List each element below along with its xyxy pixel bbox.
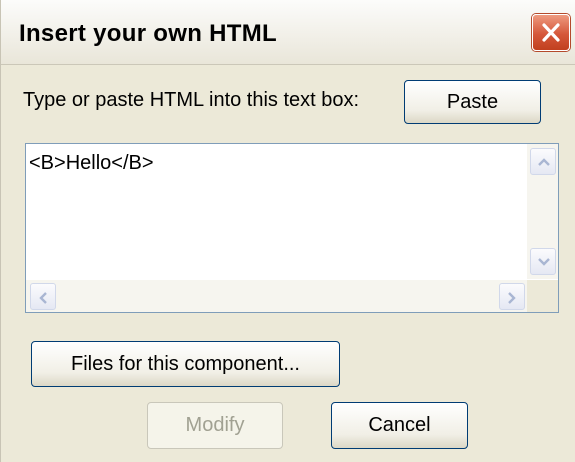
instruction-label: Type or paste HTML into this text box: <box>23 89 360 111</box>
paste-button[interactable]: Paste <box>404 80 541 124</box>
scrollbar-corner <box>527 280 558 312</box>
scroll-down-button[interactable] <box>530 248 556 275</box>
scroll-left-button[interactable] <box>30 283 56 310</box>
textarea-content[interactable]: <B>Hello</B> <box>29 152 154 175</box>
scroll-left-icon <box>39 292 47 304</box>
scroll-right-button[interactable] <box>499 283 525 310</box>
horizontal-scrollbar[interactable] <box>26 280 528 312</box>
close-x-icon <box>542 23 560 42</box>
scroll-up-button[interactable] <box>530 148 556 175</box>
scroll-up-icon <box>538 158 550 166</box>
insert-html-dialog: Insert your own HTML Type or paste HTML … <box>0 0 575 462</box>
scroll-down-icon <box>538 258 550 266</box>
html-textarea[interactable]: <B>Hello</B> <box>25 143 559 313</box>
close-button[interactable] <box>532 14 570 51</box>
dialog-title: Insert your own HTML <box>19 20 277 47</box>
cancel-button[interactable]: Cancel <box>331 402 468 449</box>
title-bar[interactable]: Insert your own HTML <box>1 0 575 65</box>
scroll-right-icon <box>508 292 516 304</box>
files-for-component-button[interactable]: Files for this component... <box>31 341 340 387</box>
vertical-scrollbar[interactable] <box>527 144 558 279</box>
modify-button: Modify <box>147 402 283 449</box>
